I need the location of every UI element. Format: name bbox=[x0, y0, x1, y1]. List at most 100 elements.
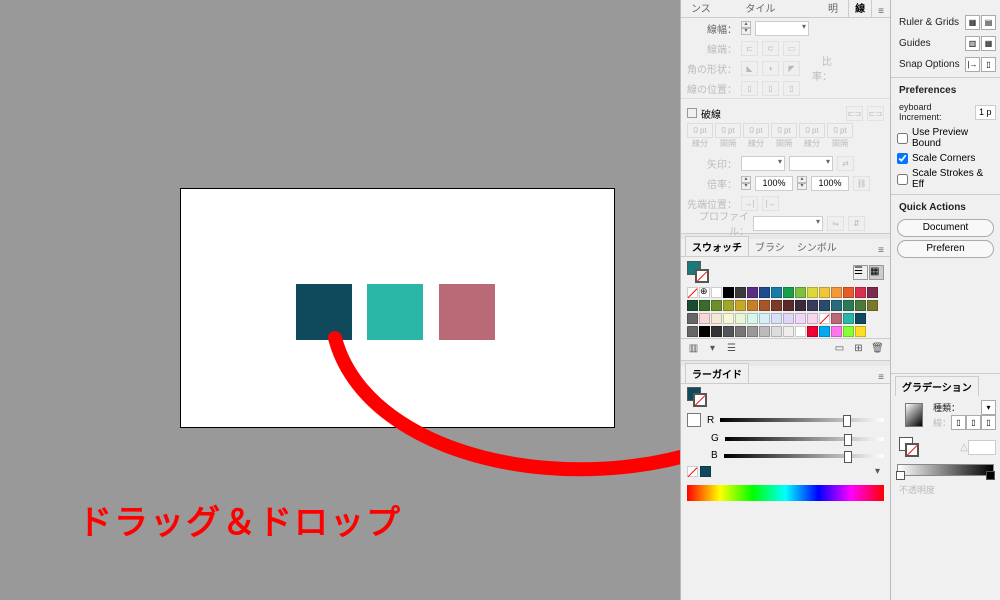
dash-input[interactable]: 0 pt bbox=[743, 123, 769, 138]
tab-swatches[interactable]: スウォッチ bbox=[685, 236, 749, 256]
swatch-library-icon[interactable]: ▥ bbox=[687, 343, 700, 356]
color-none-swatch[interactable] bbox=[687, 466, 698, 477]
swatch[interactable] bbox=[831, 300, 842, 311]
align-outside-icon[interactable]: ▯ bbox=[783, 81, 800, 96]
delete-swatch-icon[interactable]: 🗑 bbox=[871, 343, 884, 356]
swatch[interactable] bbox=[747, 313, 758, 324]
ruler-toggle-icon[interactable]: ▦ bbox=[965, 15, 980, 30]
tip-place-icon[interactable]: |→ bbox=[762, 196, 779, 211]
swatch[interactable] bbox=[759, 300, 770, 311]
grad-stroke-along-icon[interactable]: ▯ bbox=[966, 415, 981, 430]
tab-symbols[interactable]: シンボル bbox=[791, 237, 843, 256]
swatch[interactable] bbox=[759, 313, 770, 324]
swatch[interactable] bbox=[723, 326, 734, 337]
grad-stroke-across-icon[interactable]: ▯ bbox=[981, 415, 996, 430]
swatch[interactable] bbox=[735, 287, 746, 298]
swatch[interactable] bbox=[795, 287, 806, 298]
dash-input[interactable]: 0 pt bbox=[799, 123, 825, 138]
dash-align-icon[interactable]: ⊏⊐ bbox=[867, 106, 884, 121]
slider-g[interactable] bbox=[725, 437, 884, 441]
document-setup-button[interactable]: Document bbox=[897, 219, 994, 237]
grid-toggle-icon[interactable]: ▤ bbox=[981, 15, 996, 30]
stroke-swatch[interactable] bbox=[693, 393, 707, 407]
swatch[interactable] bbox=[687, 300, 698, 311]
swatch[interactable] bbox=[759, 326, 770, 337]
arrow-end-select[interactable] bbox=[789, 156, 833, 171]
corner-bevel-icon[interactable]: ◤ bbox=[783, 61, 800, 76]
swatch[interactable] bbox=[735, 326, 746, 337]
tab-appearance[interactable]: アピアランス bbox=[685, 0, 739, 17]
slider-r[interactable] bbox=[720, 418, 884, 422]
dash-input[interactable]: 0 pt bbox=[687, 123, 713, 138]
profile-flip-v-icon[interactable]: ⇵ bbox=[848, 216, 865, 231]
stroke-weight-stepper[interactable]: ▴▾ bbox=[741, 21, 751, 35]
tab-brushes[interactable]: ブラシ bbox=[749, 237, 791, 256]
gradient-angle-input[interactable] bbox=[968, 440, 996, 455]
swatch[interactable] bbox=[819, 313, 830, 324]
dash-preserve-icon[interactable]: ⊏⊐ bbox=[846, 106, 863, 121]
stroke-swatch[interactable] bbox=[695, 269, 709, 283]
swatch-list-view-icon[interactable]: ☰ bbox=[853, 265, 868, 280]
shape-square-3[interactable] bbox=[439, 284, 495, 340]
swatch[interactable] bbox=[699, 287, 710, 298]
color-base-swatch[interactable] bbox=[687, 413, 701, 427]
tab-color-guide[interactable]: ラーガイド bbox=[685, 363, 749, 383]
swatch[interactable] bbox=[855, 313, 866, 324]
chk-preview-bounds[interactable]: Use Preview Bound bbox=[891, 125, 1000, 151]
dash-input[interactable]: 0 pt bbox=[715, 123, 741, 138]
panel-menu-icon[interactable]: ≡ bbox=[872, 245, 890, 256]
guides-show-icon[interactable]: ▥ bbox=[965, 36, 980, 51]
swatch[interactable] bbox=[747, 326, 758, 337]
swatch[interactable] bbox=[807, 326, 818, 337]
swatch[interactable] bbox=[867, 287, 878, 298]
slider-b[interactable] bbox=[724, 454, 884, 458]
swatch[interactable] bbox=[819, 300, 830, 311]
swatch[interactable] bbox=[783, 287, 794, 298]
swatch[interactable] bbox=[819, 326, 830, 337]
swatch[interactable] bbox=[711, 326, 722, 337]
arrow-swap-icon[interactable]: ⇄ bbox=[837, 156, 854, 171]
swatch-kind-menu-icon[interactable]: ▾ bbox=[706, 343, 719, 356]
snap-point-icon[interactable]: |→ bbox=[965, 57, 980, 72]
swatch[interactable] bbox=[699, 300, 710, 311]
swatch[interactable] bbox=[723, 313, 734, 324]
swatch[interactable] bbox=[855, 287, 866, 298]
swatch[interactable] bbox=[867, 300, 878, 311]
swatch[interactable] bbox=[687, 326, 698, 337]
preferences-button[interactable]: Preferen bbox=[897, 240, 994, 258]
swatch[interactable] bbox=[783, 326, 794, 337]
tab-stroke[interactable]: 線 bbox=[848, 0, 872, 17]
scale-link-icon[interactable]: ⛓ bbox=[853, 176, 870, 191]
swatch[interactable] bbox=[735, 313, 746, 324]
profile-flip-h-icon[interactable]: ⇋ bbox=[827, 216, 844, 231]
tab-gradient[interactable]: グラデーション bbox=[895, 376, 979, 396]
arrow-start-select[interactable] bbox=[741, 156, 785, 171]
swatch[interactable] bbox=[735, 300, 746, 311]
color-fill-stroke[interactable] bbox=[687, 387, 707, 407]
swatch[interactable] bbox=[795, 300, 806, 311]
swatch[interactable] bbox=[711, 287, 722, 298]
swatch[interactable] bbox=[831, 313, 842, 324]
swatch[interactable] bbox=[687, 313, 698, 324]
grad-stroke-within-icon[interactable]: ▯ bbox=[951, 415, 966, 430]
swatch[interactable] bbox=[759, 287, 770, 298]
swatch-options-icon[interactable]: ☰ bbox=[725, 343, 738, 356]
swatch[interactable] bbox=[807, 300, 818, 311]
swatch-grid-view-icon[interactable]: ▦ bbox=[869, 265, 884, 280]
align-inside-icon[interactable]: ▯ bbox=[762, 81, 779, 96]
chk-scale-strokes[interactable]: Scale Strokes & Eff bbox=[891, 166, 1000, 192]
dash-input[interactable]: 0 pt bbox=[827, 123, 853, 138]
swatch[interactable] bbox=[843, 326, 854, 337]
scale-a-stepper[interactable]: ▴▾ bbox=[741, 176, 751, 190]
swatch[interactable] bbox=[843, 300, 854, 311]
swatch[interactable] bbox=[711, 300, 722, 311]
guides-lock-icon[interactable]: ▦ bbox=[981, 36, 996, 51]
cap-round-icon[interactable]: ⊂ bbox=[762, 41, 779, 56]
stroke-weight-input[interactable] bbox=[755, 21, 809, 36]
swatch[interactable] bbox=[855, 326, 866, 337]
swatch[interactable] bbox=[783, 313, 794, 324]
swatch[interactable] bbox=[807, 287, 818, 298]
color-current-swatch[interactable] bbox=[700, 466, 711, 477]
snap-grid-icon[interactable]: ▯ bbox=[981, 57, 996, 72]
corner-round-icon[interactable]: ◖ bbox=[762, 61, 779, 76]
